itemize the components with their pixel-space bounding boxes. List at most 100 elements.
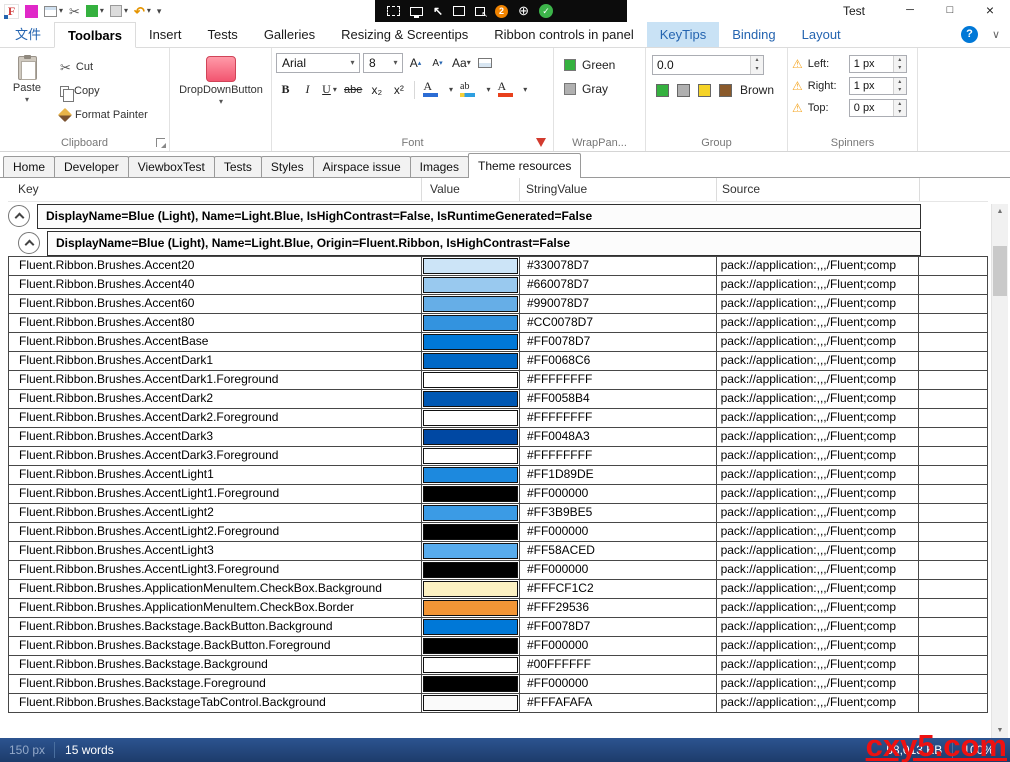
app-logo-icon[interactable]: F (4, 4, 19, 19)
undo-qat-button[interactable]: ↶ ▾ (134, 0, 151, 22)
spinner-input[interactable]: 0 px▴▾ (849, 99, 907, 117)
ribbon-tab-tests[interactable]: Tests (194, 22, 250, 47)
grid-row[interactable]: Fluent.Ribbon.Brushes.Accent40#660078D7p… (8, 275, 988, 295)
view-tab-airspace-issue[interactable]: Airspace issue (313, 156, 411, 178)
view-tab-developer[interactable]: Developer (54, 156, 129, 178)
ribbon-tab-insert[interactable]: Insert (136, 22, 195, 47)
minimize-button[interactable]: ─ (890, 0, 930, 22)
cursor-icon[interactable]: ↖ (433, 4, 443, 18)
selection-box-icon[interactable] (453, 6, 465, 16)
grid-row[interactable]: Fluent.Ribbon.Brushes.AccentDark2#FF0058… (8, 389, 988, 409)
step-down-icon[interactable]: ▾ (894, 86, 906, 94)
grid-row[interactable]: Fluent.Ribbon.Brushes.Accent80#CC0078D7p… (8, 313, 988, 333)
ribbon-tab-toolbars[interactable]: Toolbars (54, 22, 136, 48)
step-up-icon[interactable]: ▴ (751, 56, 763, 65)
grid-row[interactable]: Fluent.Ribbon.Brushes.ApplicationMenuIte… (8, 579, 988, 599)
collapse-group-button[interactable] (18, 232, 40, 254)
view-tab-home[interactable]: Home (3, 156, 55, 178)
gray-button[interactable]: Gray (558, 77, 641, 101)
font-family-combo[interactable]: Arial ▾ (276, 53, 360, 73)
close-button[interactable]: × (970, 0, 1010, 22)
shrink-font-button[interactable]: A▾ (428, 54, 447, 73)
font-size-combo[interactable]: 8 ▾ (363, 53, 403, 73)
maximize-button[interactable]: □ (930, 0, 970, 22)
format-painter-button[interactable]: Format Painter (56, 103, 152, 127)
highlight-color-button[interactable]: ab▾ (458, 80, 492, 99)
column-header-source[interactable]: Source (717, 178, 920, 201)
grid-row[interactable]: Fluent.Ribbon.Brushes.Accent60#990078D7p… (8, 294, 988, 314)
globe-icon[interactable]: ⊕ (518, 3, 529, 19)
color-swatch-yellow[interactable] (698, 84, 711, 97)
grid-row[interactable]: Fluent.Ribbon.Brushes.AccentBase#FF0078D… (8, 332, 988, 352)
text-effects-button[interactable]: A▾ (421, 80, 455, 99)
monitor-icon[interactable] (410, 7, 423, 16)
vertical-scrollbar[interactable]: ▲ ▼ (991, 204, 1008, 738)
dialog-launcher-icon[interactable] (156, 138, 165, 147)
cut-button[interactable]: ✂ Cut (56, 55, 152, 79)
bold-button[interactable]: B (276, 80, 295, 99)
grid-row[interactable]: Fluent.Ribbon.Brushes.Accent20#330078D7p… (8, 256, 988, 276)
grid-row[interactable]: Fluent.Ribbon.Brushes.AccentLight3#FF58A… (8, 541, 988, 561)
ribbon-tab-binding[interactable]: Binding (719, 22, 788, 47)
ime-keyboard-button[interactable] (476, 54, 495, 73)
ribbon-tab-galleries[interactable]: Galleries (251, 22, 328, 47)
grid-row[interactable]: Fluent.Ribbon.Brushes.Backstage.BackButt… (8, 636, 988, 656)
step-up-icon[interactable]: ▴ (894, 78, 906, 86)
grow-font-button[interactable]: A▴ (406, 54, 425, 73)
grid-row[interactable]: Fluent.Ribbon.Brushes.AccentLight2#FF3B9… (8, 503, 988, 523)
grid-row[interactable]: Fluent.Ribbon.Brushes.AccentDark2.Foregr… (8, 408, 988, 428)
column-header-stringvalue[interactable]: StringValue (520, 178, 717, 201)
view-tab-viewboxtest[interactable]: ViewboxTest (128, 156, 215, 178)
view-tab-images[interactable]: Images (410, 156, 469, 178)
gray-color-qat-button[interactable]: ▾ (110, 0, 128, 22)
ribbon-tab-文件[interactable]: 文件 (2, 22, 54, 47)
notification-badge[interactable]: 2 (495, 5, 508, 18)
step-down-icon[interactable]: ▾ (751, 65, 763, 74)
grid-row[interactable]: Fluent.Ribbon.Brushes.Backstage.Backgrou… (8, 655, 988, 675)
spinner-input[interactable]: 1 px▴▾ (849, 77, 907, 95)
gallery-qat-button[interactable]: ▾ (44, 0, 63, 22)
collapse-ribbon-icon[interactable]: ∨ (992, 28, 1000, 41)
underline-button[interactable]: U▾ (320, 80, 339, 99)
ribbon-tab-layout[interactable]: Layout (789, 22, 854, 47)
italic-button[interactable]: I (298, 80, 317, 99)
color-swatch-green[interactable] (656, 84, 669, 97)
view-tab-theme-resources[interactable]: Theme resources (468, 153, 581, 178)
ribbon-tab-ribbon-controls-in-panel[interactable]: Ribbon controls in panel (481, 22, 646, 47)
step-up-icon[interactable]: ▴ (894, 100, 906, 108)
scroll-up-icon[interactable]: ▲ (992, 204, 1008, 219)
cut-qat-button[interactable]: ✂ (69, 0, 80, 22)
grid-row[interactable]: Fluent.Ribbon.Brushes.AccentDark1.Foregr… (8, 370, 988, 390)
superscript-button[interactable]: x² (389, 80, 408, 99)
dropdown-button[interactable]: DropDownButton ▾ (174, 53, 268, 106)
color-swatch-brown[interactable] (719, 84, 732, 97)
green-button[interactable]: Green (558, 53, 641, 77)
green-color-qat-button[interactable]: ▾ (86, 0, 104, 22)
spinner-input[interactable]: 1 px▴▾ (849, 55, 907, 73)
copy-button[interactable]: Copy (56, 79, 152, 103)
grid-row[interactable]: Fluent.Ribbon.Brushes.AccentLight1.Foreg… (8, 484, 988, 504)
paste-button[interactable]: Paste ▾ (4, 53, 50, 127)
grid-row[interactable]: Fluent.Ribbon.Brushes.AccentLight1#FF1D8… (8, 465, 988, 485)
font-color-button[interactable]: A▾ (496, 80, 530, 99)
grid-row[interactable]: Fluent.Ribbon.Brushes.AccentDark3.Foregr… (8, 446, 988, 466)
magenta-swatch-icon[interactable] (25, 5, 38, 18)
grid-row[interactable]: Fluent.Ribbon.Brushes.AccentLight2.Foreg… (8, 522, 988, 542)
collapse-group-button[interactable] (8, 205, 30, 227)
grid-row[interactable]: Fluent.Ribbon.Brushes.BackstageTabContro… (8, 693, 988, 713)
scrollbar-thumb[interactable] (993, 246, 1007, 296)
subscript-button[interactable]: x₂ (367, 80, 386, 99)
step-down-icon[interactable]: ▾ (894, 108, 906, 116)
help-button[interactable]: ? (961, 26, 978, 43)
grid-row[interactable]: Fluent.Ribbon.Brushes.AccentDark1#FF0068… (8, 351, 988, 371)
strikethrough-button[interactable]: abe (342, 80, 364, 99)
group-spinner-input[interactable]: 0.0 ▴ ▾ (652, 55, 764, 75)
grid-row[interactable]: Fluent.Ribbon.Brushes.ApplicationMenuIte… (8, 598, 988, 618)
column-header-value[interactable]: Value (422, 178, 520, 201)
color-swatch-gray[interactable] (677, 84, 690, 97)
view-tab-styles[interactable]: Styles (261, 156, 314, 178)
ribbon-tab-resizing-screentips[interactable]: Resizing & Screentips (328, 22, 481, 47)
ribbon-tab-keytips[interactable]: KeyTips (647, 22, 719, 47)
grid-row[interactable]: Fluent.Ribbon.Brushes.Backstage.Foregrou… (8, 674, 988, 694)
step-up-icon[interactable]: ▴ (894, 56, 906, 64)
